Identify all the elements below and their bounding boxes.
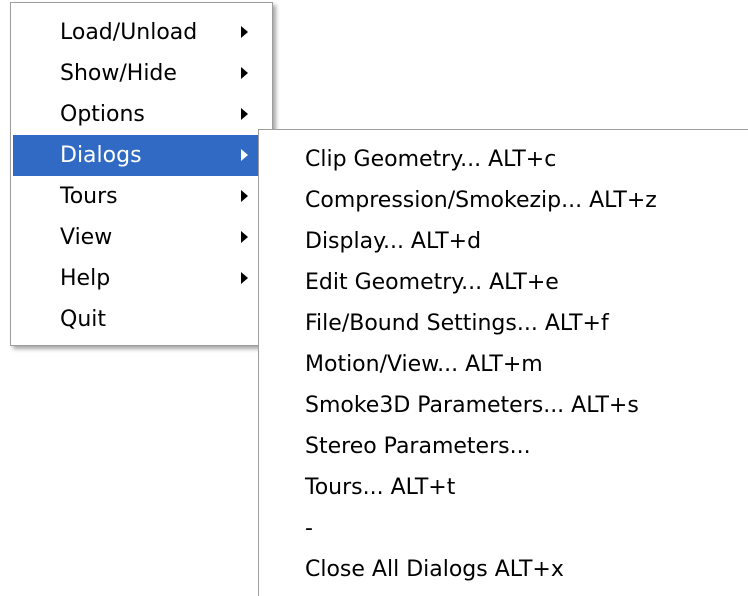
menu-item-label: Options xyxy=(60,102,145,127)
submenu-item-label: Stereo Parameters... xyxy=(305,434,531,459)
submenu-item-label: Tours... ALT+t xyxy=(305,475,456,500)
menu-item-label: Tours xyxy=(60,184,118,209)
submenu-item-label: Display... ALT+d xyxy=(305,229,482,254)
menu-item-tours[interactable]: Tours xyxy=(13,176,264,217)
submenu-item-label: Smoke3D Parameters... ALT+s xyxy=(305,393,639,418)
submenu-item-stereo-parameters[interactable]: Stereo Parameters... xyxy=(259,426,748,467)
submenu-arrow-icon xyxy=(241,108,248,120)
menu-item-view[interactable]: View xyxy=(13,217,264,258)
submenu-item-motion-view[interactable]: Motion/View... ALT+m xyxy=(259,344,748,385)
submenu-item-label: Compression/Smokezip... ALT+z xyxy=(305,188,657,213)
menu-item-label: Quit xyxy=(60,307,106,332)
submenu-item-tours[interactable]: Tours... ALT+t xyxy=(259,467,748,508)
submenu-item-label: Motion/View... ALT+m xyxy=(305,352,543,377)
menu-item-help[interactable]: Help xyxy=(13,258,264,299)
dialogs-submenu: Clip Geometry... ALT+c Compression/Smoke… xyxy=(258,129,748,596)
menu-item-label: Show/Hide xyxy=(60,61,177,86)
submenu-arrow-icon xyxy=(241,272,248,284)
menu-item-label: View xyxy=(60,225,113,250)
submenu-arrow-icon xyxy=(241,26,248,38)
menu-item-quit[interactable]: Quit xyxy=(13,299,264,340)
menu-item-label: Dialogs xyxy=(60,143,142,168)
menu-item-options[interactable]: Options xyxy=(13,94,264,135)
submenu-item-edit-geometry[interactable]: Edit Geometry... ALT+e xyxy=(259,262,748,303)
menu-item-label: Help xyxy=(60,266,111,291)
submenu-arrow-icon xyxy=(241,190,248,202)
submenu-item-label: Clip Geometry... ALT+c xyxy=(305,147,557,172)
menu-item-label: Load/Unload xyxy=(60,20,198,45)
menu-item-dialogs[interactable]: Dialogs xyxy=(13,135,264,176)
submenu-item-display[interactable]: Display... ALT+d xyxy=(259,221,748,262)
menu-item-show-hide[interactable]: Show/Hide xyxy=(13,53,264,94)
submenu-arrow-icon xyxy=(241,231,248,243)
submenu-item-label: File/Bound Settings... ALT+f xyxy=(305,311,609,336)
submenu-separator-item[interactable]: - xyxy=(259,508,748,549)
submenu-item-label: Close All Dialogs ALT+x xyxy=(305,557,564,582)
submenu-item-label: - xyxy=(305,516,313,541)
main-context-menu: Load/Unload Show/Hide Options Dialogs To… xyxy=(10,2,273,346)
submenu-item-file-bound-settings[interactable]: File/Bound Settings... ALT+f xyxy=(259,303,748,344)
submenu-item-compression-smokezip[interactable]: Compression/Smokezip... ALT+z xyxy=(259,180,748,221)
submenu-item-close-all-dialogs[interactable]: Close All Dialogs ALT+x xyxy=(259,549,748,590)
menu-item-load-unload[interactable]: Load/Unload xyxy=(13,12,264,53)
submenu-item-clip-geometry[interactable]: Clip Geometry... ALT+c xyxy=(259,139,748,180)
submenu-arrow-icon xyxy=(241,67,248,79)
submenu-arrow-icon xyxy=(241,149,248,161)
submenu-item-smoke3d-parameters[interactable]: Smoke3D Parameters... ALT+s xyxy=(259,385,748,426)
submenu-item-label: Edit Geometry... ALT+e xyxy=(305,270,559,295)
